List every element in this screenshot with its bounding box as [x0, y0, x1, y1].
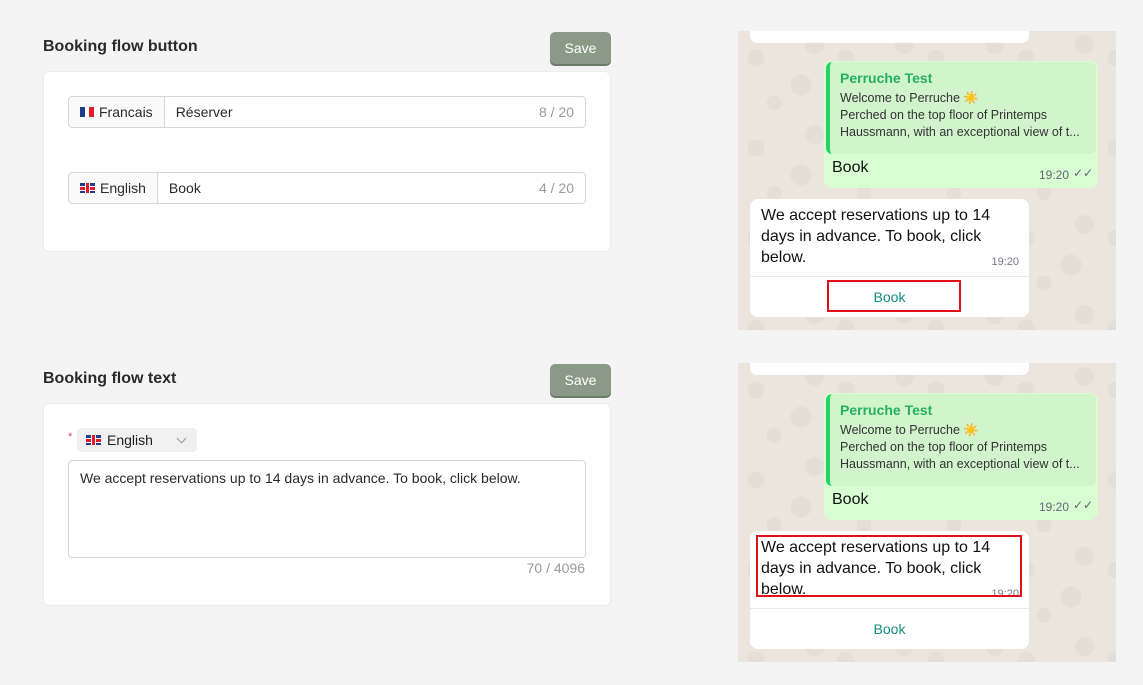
- button-text-field-english[interactable]: Book: [158, 180, 539, 196]
- incoming-time: 19:20: [991, 256, 1019, 268]
- whatsapp-preview-text: Perruche Test Welcome to Perruche ☀️ Per…: [738, 363, 1116, 662]
- language-label: Francais: [99, 104, 153, 120]
- quoted-line: Welcome to Perruche ☀️: [840, 91, 979, 105]
- previous-message-bubble: [750, 31, 1029, 43]
- flag-gb-icon: [86, 435, 101, 445]
- flag-gb-icon: [80, 183, 95, 193]
- textarea-char-counter: 70 / 4096: [526, 560, 585, 576]
- booking-text-textarea[interactable]: We accept reservations up to 14 days in …: [68, 460, 586, 558]
- outgoing-time: 19:20: [1039, 500, 1070, 514]
- char-counter: 4 / 20: [538, 180, 574, 196]
- char-counter: 8 / 20: [538, 104, 574, 120]
- previous-message-bubble: [750, 363, 1029, 375]
- quoted-message: Perruche Test Welcome to Perruche ☀️ Per…: [826, 62, 1096, 154]
- outgoing-reply-text: Book: [832, 159, 869, 176]
- whatsapp-preview-button: Perruche Test Welcome to Perruche ☀️ Per…: [738, 31, 1116, 330]
- incoming-bubble: We accept reservations up to 14 days in …: [750, 531, 1029, 649]
- language-label: English: [100, 180, 146, 196]
- chevron-down-icon: [176, 433, 187, 444]
- button-input-francais[interactable]: Francais Réserver 8 / 20: [68, 96, 586, 128]
- quoted-line: Perched on the top floor of Printemps: [840, 108, 1048, 122]
- double-check-icon: ✓✓: [1073, 166, 1094, 180]
- quoted-sender: Perruche Test: [840, 402, 933, 418]
- language-select-value: English: [107, 432, 153, 448]
- incoming-message-text: We accept reservations up to 14 days in …: [761, 539, 991, 598]
- outgoing-reply-text: Book: [832, 491, 869, 508]
- quoted-line: Haussmann, with an exceptional view of t…: [840, 457, 1080, 471]
- save-button-booking-flow-button[interactable]: Save: [550, 32, 611, 64]
- incoming-time: 19:20: [991, 588, 1019, 600]
- booking-flow-button-title: Booking flow button: [43, 38, 198, 55]
- language-addon-francais: Francais: [69, 97, 165, 127]
- quoted-line: Welcome to Perruche ☀️: [840, 423, 979, 437]
- preview-book-button[interactable]: Book: [750, 609, 1029, 649]
- quoted-line: Perched on the top floor of Printemps: [840, 440, 1048, 454]
- incoming-message-text: We accept reservations up to 14 days in …: [761, 207, 991, 266]
- flag-fr-icon: [80, 107, 95, 117]
- preview-book-button[interactable]: Book: [750, 277, 1029, 317]
- booking-flow-text-title: Booking flow text: [43, 370, 177, 387]
- language-addon-english: English: [69, 173, 158, 203]
- button-text-field-francais[interactable]: Réserver: [165, 104, 539, 120]
- outgoing-time: 19:20: [1039, 168, 1070, 182]
- button-input-english[interactable]: English Book 4 / 20: [68, 172, 586, 204]
- required-mark: *: [68, 431, 73, 443]
- double-check-icon: ✓✓: [1073, 498, 1094, 512]
- incoming-bubble: We accept reservations up to 14 days in …: [750, 199, 1029, 317]
- quoted-line: Haussmann, with an exceptional view of t…: [840, 125, 1080, 139]
- quoted-message: Perruche Test Welcome to Perruche ☀️ Per…: [826, 394, 1096, 486]
- quoted-sender: Perruche Test: [840, 70, 933, 86]
- save-button-booking-flow-text[interactable]: Save: [550, 364, 611, 396]
- language-select[interactable]: English: [77, 428, 197, 452]
